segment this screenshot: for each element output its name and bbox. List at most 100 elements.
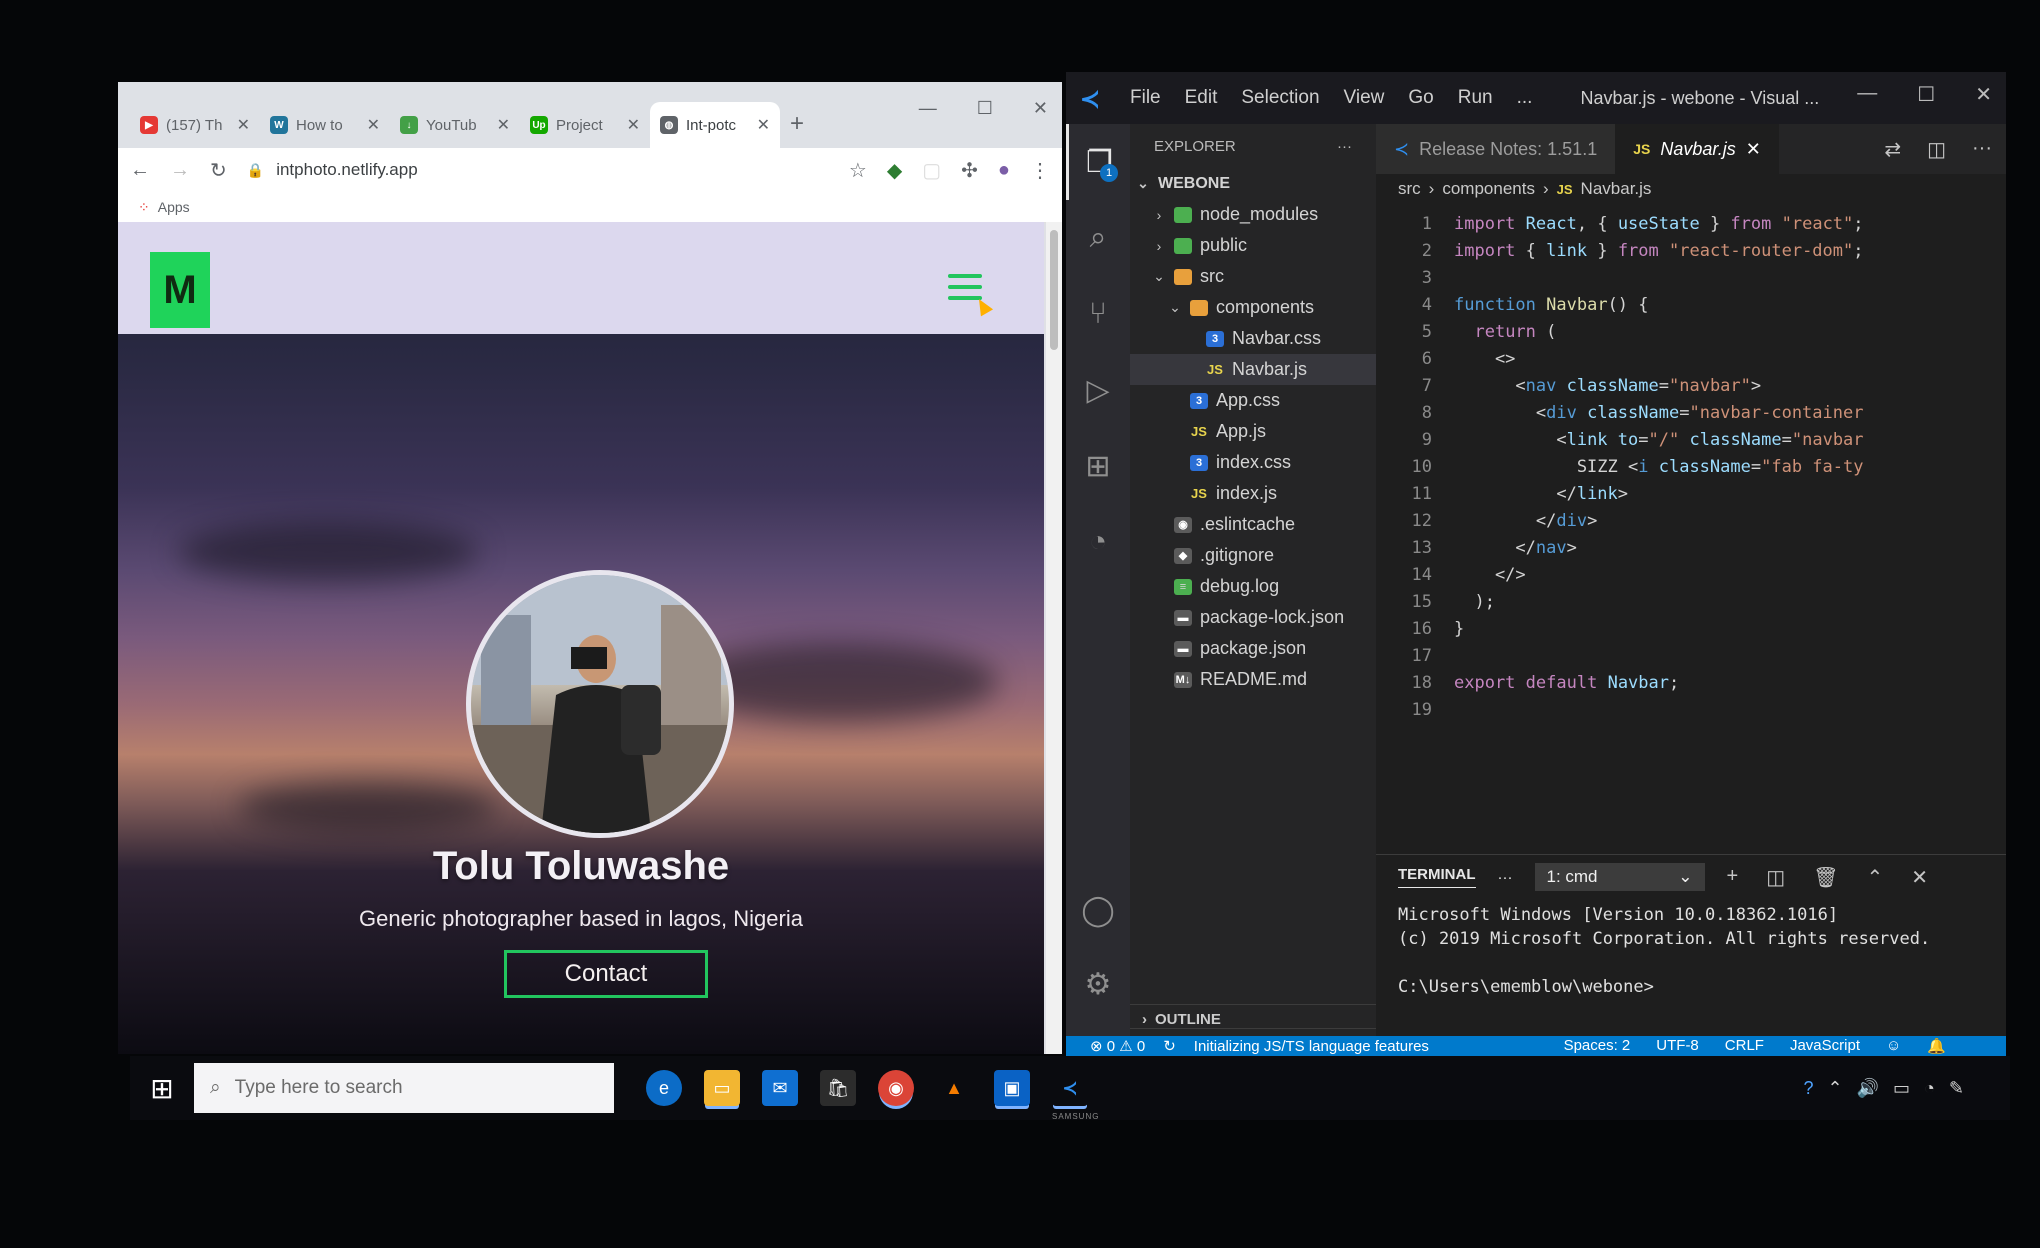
- tree-item[interactable]: ◉ .eslintcache: [1130, 509, 1376, 540]
- source-control-icon[interactable]: ⑂: [1066, 276, 1130, 352]
- terminal-output[interactable]: Microsoft Windows [Version 10.0.18362.10…: [1376, 899, 2006, 1003]
- windows-start-icon[interactable]: ⊞: [130, 1056, 194, 1120]
- code-line[interactable]: 7 <nav className="navbar">: [1376, 372, 2006, 399]
- extension-shield-icon[interactable]: ◆: [887, 158, 902, 183]
- close-icon[interactable]: ✕: [237, 115, 250, 135]
- split-terminal-icon[interactable]: ◫: [1766, 865, 1785, 890]
- code-line[interactable]: 14 </>: [1376, 561, 2006, 588]
- file-explorer-icon[interactable]: ▭: [704, 1070, 740, 1106]
- chrome-icon[interactable]: ◉: [878, 1070, 914, 1106]
- tab-intphoto[interactable]: ◍ Int-potc ✕: [650, 102, 780, 148]
- code-line[interactable]: 10 SIZZ <i className="fab fa-ty: [1376, 453, 2006, 480]
- pen-icon[interactable]: ✎: [1949, 1078, 1964, 1099]
- code-line[interactable]: 8 <div className="navbar-container: [1376, 399, 2006, 426]
- back-icon[interactable]: ←: [130, 159, 150, 182]
- tab-project[interactable]: Up Project ✕: [520, 102, 650, 148]
- menu-more[interactable]: ...: [1517, 87, 1533, 109]
- status-encoding[interactable]: UTF-8: [1656, 1037, 1699, 1055]
- terminal-tab[interactable]: TERMINAL: [1398, 866, 1476, 888]
- status-language[interactable]: JavaScript: [1790, 1037, 1860, 1055]
- tree-item[interactable]: ▬ package.json: [1130, 633, 1376, 664]
- profile-icon[interactable]: ●: [998, 159, 1010, 182]
- contact-button[interactable]: Contact: [504, 950, 708, 998]
- tree-item[interactable]: JS index.js: [1130, 478, 1376, 509]
- photos-icon[interactable]: ▣: [994, 1070, 1030, 1106]
- tree-item[interactable]: ⌄ src: [1130, 261, 1376, 292]
- tree-item[interactable]: M↓ README.md: [1130, 664, 1376, 695]
- more-actions-icon[interactable]: ···: [1498, 869, 1513, 886]
- bell-icon[interactable]: 🔔: [1927, 1037, 1946, 1055]
- tab-navbar-js[interactable]: JS Navbar.js ✕: [1615, 124, 1779, 174]
- star-icon[interactable]: ☆: [849, 158, 867, 183]
- battery-icon[interactable]: ▭: [1893, 1078, 1910, 1099]
- status-eol[interactable]: CRLF: [1725, 1037, 1764, 1055]
- extensions-icon[interactable]: ⊞: [1066, 428, 1130, 504]
- code-line[interactable]: 6 <>: [1376, 345, 2006, 372]
- breadcrumb-file[interactable]: Navbar.js: [1581, 179, 1652, 199]
- code-line[interactable]: 5 return (: [1376, 318, 2006, 345]
- menu-go[interactable]: Go: [1408, 87, 1433, 109]
- menu-selection[interactable]: Selection: [1241, 87, 1319, 109]
- vlc-icon[interactable]: ▲: [936, 1070, 972, 1106]
- apps-grid-icon[interactable]: ⁘: [138, 199, 150, 216]
- tree-root-webone[interactable]: ⌄ WEBONE: [1130, 168, 1376, 199]
- code-editor[interactable]: 1 import React, { useState } from "react"…: [1376, 210, 2006, 723]
- code-line[interactable]: 9 <link to="/" className="navbar: [1376, 426, 2006, 453]
- menu-view[interactable]: View: [1344, 87, 1385, 109]
- close-icon[interactable]: ✕: [497, 115, 510, 135]
- volume-icon[interactable]: 🔊: [1857, 1078, 1879, 1099]
- explorer-icon[interactable]: ❐ 1: [1066, 124, 1130, 200]
- breadcrumb-src[interactable]: src: [1398, 179, 1421, 199]
- plus-icon[interactable]: +: [1727, 865, 1739, 890]
- minimize-icon[interactable]: —: [919, 98, 937, 119]
- code-line[interactable]: 16}: [1376, 615, 2006, 642]
- split-editor-icon[interactable]: ◫: [1927, 137, 1946, 162]
- compare-icon[interactable]: ⇄: [1884, 137, 1901, 162]
- terminal-shell-select[interactable]: 1: cmd ⌄: [1534, 863, 1705, 891]
- tree-item[interactable]: ⌄ components: [1130, 292, 1376, 323]
- extension-blank-icon[interactable]: ▢: [922, 158, 941, 183]
- code-line[interactable]: 13 </nav>: [1376, 534, 2006, 561]
- git-graph-icon[interactable]: ◔: [1066, 504, 1130, 580]
- search-icon[interactable]: ⌕: [1066, 200, 1130, 276]
- bookmark-apps[interactable]: Apps: [158, 199, 190, 215]
- tree-item[interactable]: 3 Navbar.css: [1130, 323, 1376, 354]
- menu-edit[interactable]: Edit: [1185, 87, 1218, 109]
- trash-icon[interactable]: 🗑: [1813, 865, 1838, 890]
- close-icon[interactable]: ✕: [1746, 139, 1761, 160]
- code-line[interactable]: 4 function Navbar() {: [1376, 291, 2006, 318]
- page-scrollbar[interactable]: [1046, 222, 1062, 1054]
- feedback-icon[interactable]: ☺: [1886, 1037, 1901, 1055]
- menu-kebab-icon[interactable]: ⋮: [1030, 158, 1050, 183]
- tab-youtube-downloader[interactable]: ↓ YouTub ✕: [390, 102, 520, 148]
- network-icon[interactable]: ◔: [1924, 1078, 1935, 1099]
- close-icon[interactable]: ✕: [757, 115, 770, 135]
- close-icon[interactable]: ✕: [1975, 82, 1992, 107]
- tree-item[interactable]: ◆ .gitignore: [1130, 540, 1376, 571]
- run-debug-icon[interactable]: ▷: [1066, 352, 1130, 428]
- puzzle-icon[interactable]: ✣: [961, 158, 978, 183]
- maximize-icon[interactable]: ☐: [1917, 82, 1935, 107]
- more-actions-icon[interactable]: ···: [1337, 138, 1352, 155]
- address-bar[interactable]: 🔒 intphoto.netlify.app: [247, 154, 829, 186]
- npm-scripts-section[interactable]: [1130, 1028, 1376, 1036]
- chevron-up-icon[interactable]: ⌃: [1866, 865, 1883, 890]
- hamburger-menu-icon[interactable]: [948, 274, 982, 300]
- code-line[interactable]: 17: [1376, 642, 2006, 669]
- code-line[interactable]: 19: [1376, 696, 2006, 723]
- code-line[interactable]: 1 import React, { useState } from "react"…: [1376, 210, 2006, 237]
- code-line[interactable]: 2 import { link } from "react-router-dom"…: [1376, 237, 2006, 264]
- tab-wordpress[interactable]: W How to ✕: [260, 102, 390, 148]
- close-icon[interactable]: ✕: [1911, 865, 1928, 890]
- code-line[interactable]: 3: [1376, 264, 2006, 291]
- close-icon[interactable]: ✕: [367, 115, 380, 135]
- edge-icon[interactable]: e: [646, 1070, 682, 1106]
- maximize-icon[interactable]: ☐: [977, 98, 993, 119]
- tree-item[interactable]: JS Navbar.js: [1130, 354, 1376, 385]
- more-actions-icon[interactable]: ···: [1972, 137, 1992, 162]
- taskbar-search-box[interactable]: ⌕ Type here to search: [194, 1063, 614, 1113]
- code-line[interactable]: 18 export default Navbar;: [1376, 669, 2006, 696]
- gear-icon[interactable]: ⚙: [1066, 946, 1130, 1022]
- tree-item[interactable]: 3 App.css: [1130, 385, 1376, 416]
- tree-item[interactable]: ▬ package-lock.json: [1130, 602, 1376, 633]
